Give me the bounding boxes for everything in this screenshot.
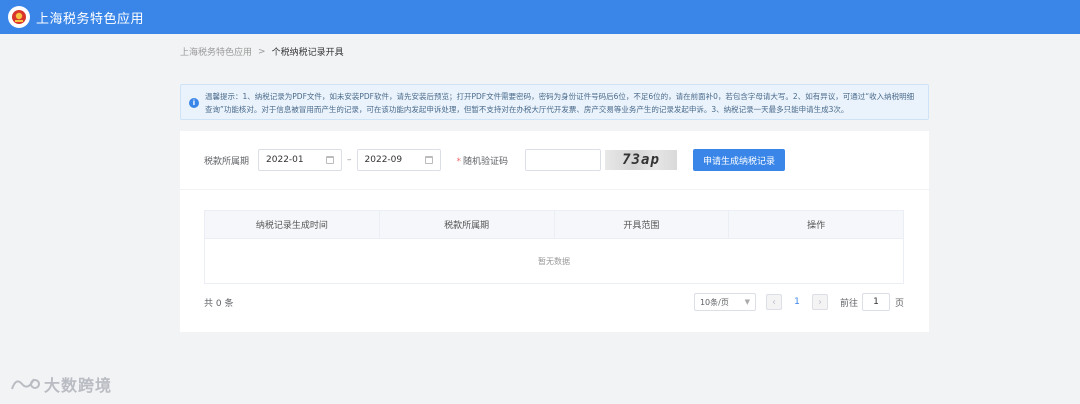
app-title: 上海税务特色应用 [36, 11, 145, 27]
page-suffix: 页 [894, 298, 904, 309]
col-generated-time: 纳税记录生成时间 [205, 211, 380, 238]
prev-page-button[interactable]: ‹ [765, 294, 782, 310]
notice-text: 温馨提示：1、纳税记录为PDF文件，如未安装PDF软件，请先安装后预览；打开PD… [205, 92, 915, 114]
start-period-picker[interactable]: 2022-01 [258, 149, 343, 171]
col-tax-period: 税款所属期 [380, 211, 555, 238]
table-header: 纳税记录生成时间 税款所属期 开具范围 操作 [205, 211, 903, 239]
col-issue-scope: 开具范围 [555, 211, 730, 238]
breadcrumb-root[interactable]: 上海税务特色应用 [180, 45, 252, 58]
chevron-down-icon: ▼ [744, 298, 750, 306]
watermark-text: 大数跨境 [44, 376, 113, 395]
calendar-icon [424, 156, 433, 164]
col-actions: 操作 [807, 221, 826, 231]
query-form-card: 税款所属期 2022-01 – 2022-09 * 随机验证码 73ap 申请生成… [180, 131, 929, 189]
generate-record-button[interactable]: 申请生成纳税记录 [693, 149, 786, 171]
empty-state-text: 暂无数据 [538, 256, 570, 266]
goto-page-input[interactable]: 1 [861, 293, 890, 311]
captcha-label-wrap: * 随机验证码 [457, 154, 509, 167]
info-icon: i [189, 98, 199, 108]
pagination: 共 0 条 10条/页 ▼ ‹ 1 › 前往 1 页 [204, 292, 904, 312]
breadcrumb-separator: > [258, 46, 266, 57]
range-separator: – [347, 155, 352, 165]
captcha-label: 随机验证码 [463, 156, 509, 167]
top-bar: 上海税务特色应用 [0, 0, 1080, 34]
notice-banner: i 温馨提示：1、纳税记录为PDF文件，如未安装PDF软件，请先安装后预览；打开… [180, 84, 929, 120]
end-period-value: 2022-09 [364, 155, 403, 165]
captcha-image[interactable]: 73ap [605, 150, 678, 170]
calendar-icon [326, 156, 335, 164]
current-page-number[interactable]: 1 [782, 297, 812, 307]
tax-emblem-icon [8, 6, 30, 28]
page-size-value: 10条/页 [699, 297, 729, 307]
start-period-value: 2022-01 [266, 155, 304, 165]
next-page-button[interactable]: › [811, 294, 828, 310]
required-mark: * [456, 156, 462, 167]
end-period-picker[interactable]: 2022-09 [356, 149, 441, 171]
goto-label: 前往 [839, 298, 858, 309]
period-label: 税款所属期 [204, 156, 250, 167]
captcha-input[interactable] [525, 149, 602, 171]
watermark: 大数跨境 [10, 372, 112, 396]
watermark-logo-icon [11, 378, 40, 390]
records-table-card: 纳税记录生成时间 税款所属期 开具范围 操作 暂无数据 共 0 条 10条/页 … [180, 190, 929, 332]
records-table: 纳税记录生成时间 税款所属期 开具范围 操作 暂无数据 [204, 210, 904, 284]
breadcrumb: 上海税务特色应用 > 个税纳税记录开具 [180, 45, 344, 59]
breadcrumb-current: 个税纳税记录开具 [271, 48, 344, 58]
total-count: 共 0 条 [204, 298, 234, 309]
page-size-select[interactable]: 10条/页 ▼ [693, 293, 756, 311]
query-form: 税款所属期 2022-01 – 2022-09 * 随机验证码 73ap 申请生成… [204, 149, 786, 171]
